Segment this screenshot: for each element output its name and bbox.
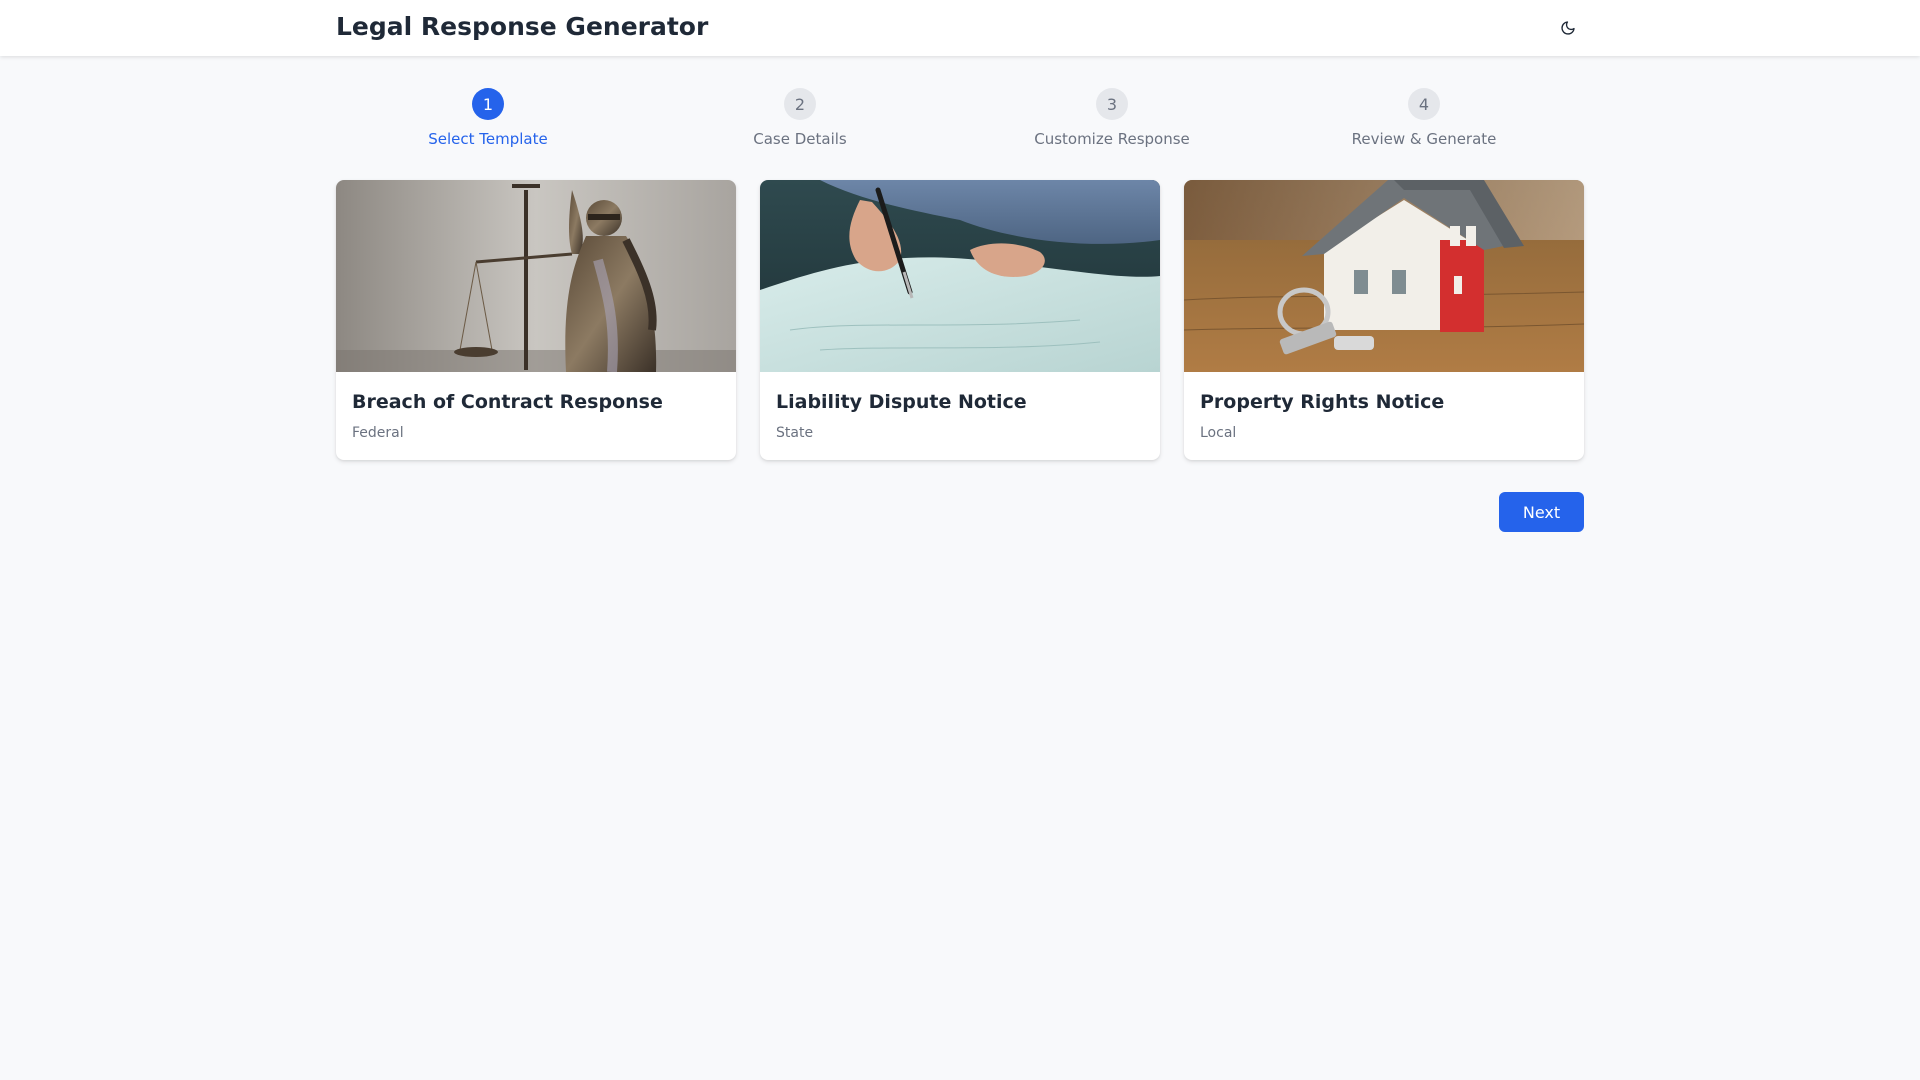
template-card-liability-dispute[interactable]: Liability Dispute Notice State (760, 180, 1160, 460)
template-card-property-rights[interactable]: Property Rights Notice Local (1184, 180, 1584, 460)
card-title: Property Rights Notice (1200, 391, 1445, 413)
theme-toggle-button[interactable] (1554, 14, 1582, 42)
next-button[interactable]: Next (1499, 492, 1584, 532)
step-label: Review & Generate (1351, 130, 1497, 148)
card-title: Breach of Contract Response (352, 391, 663, 413)
step-case-details[interactable]: 2 Case Details (680, 88, 920, 148)
step-customize-response[interactable]: 3 Customize Response (992, 88, 1232, 148)
card-jurisdiction: Local (1200, 425, 1237, 441)
card-image-signing-document (760, 180, 1160, 372)
step-label: Customize Response (1034, 130, 1190, 148)
step-select-template[interactable]: 1 Select Template (368, 88, 608, 148)
progress-stepper: 1 Select Template 2 Case Details 3 Custo… (336, 88, 1584, 148)
step-label: Case Details (753, 130, 847, 148)
card-title: Liability Dispute Notice (776, 391, 1027, 413)
step-review-generate[interactable]: 4 Review & Generate (1304, 88, 1544, 148)
template-card-breach-of-contract[interactable]: Breach of Contract Response Federal (336, 180, 736, 460)
card-jurisdiction: State (776, 425, 814, 441)
app-header: Legal Response Generator (0, 0, 1920, 56)
app-title: Legal Response Generator (336, 12, 709, 41)
step-number: 4 (1408, 88, 1440, 120)
moon-icon (1561, 21, 1575, 35)
card-jurisdiction: Federal (352, 425, 404, 441)
step-number: 1 (472, 88, 504, 120)
step-label: Select Template (428, 130, 548, 148)
card-image-lady-justice (336, 180, 736, 372)
step-number: 3 (1096, 88, 1128, 120)
step-number: 2 (784, 88, 816, 120)
card-image-house-keys (1184, 180, 1584, 372)
